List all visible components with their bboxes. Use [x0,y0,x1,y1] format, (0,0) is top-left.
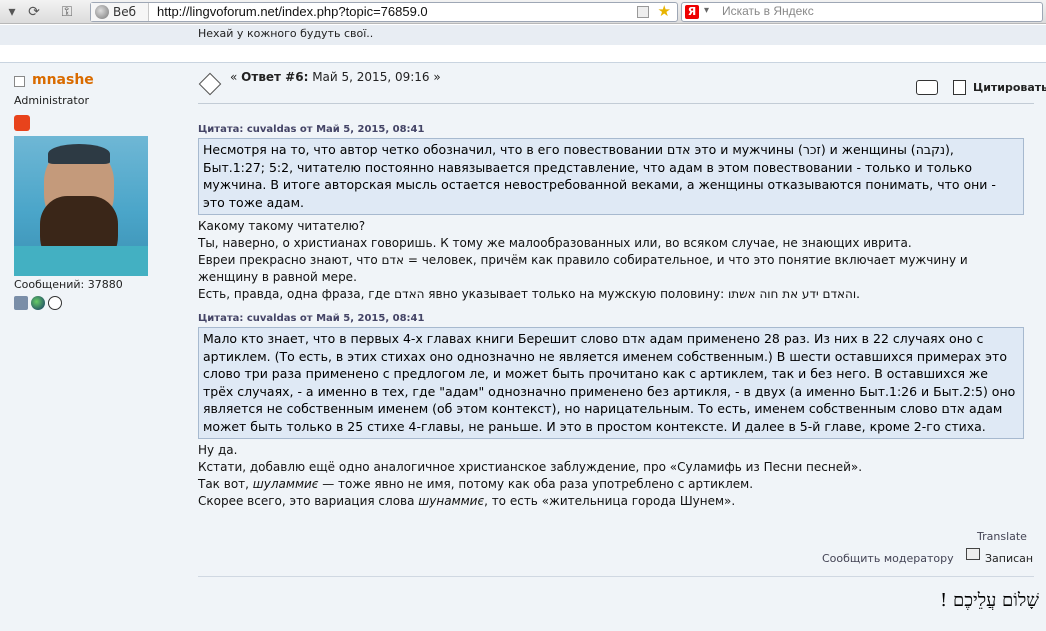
poster-icons [14,296,65,310]
web-chip-label: Веб [113,5,137,19]
key-icon[interactable]: ⚿ [56,3,78,21]
bookmark-star-icon[interactable]: ★ [658,2,671,20]
reply-line: Так вот, шуламмиє — тоже явно не имя, по… [198,476,1034,493]
search-engine-dropdown-icon[interactable]: ▾ [704,5,709,16]
reply-text-fragment: , то есть «жительница города Шунем». [484,494,736,508]
signature: שָׁלוֹם עֲלֵיכֶם ! [940,590,1040,611]
address-bar[interactable]: Веб http://lingvoforum.net/index.php?top… [90,2,678,22]
reply-line: женщину в равной мере. [198,270,357,284]
reply-text-fragment: — тоже явно не имя, потому как оба раза … [318,477,754,491]
header-prefix: « [230,70,242,84]
reply-text: Ну да. Кстати, добавлю ещё одно аналогич… [198,442,1034,510]
translate-link[interactable]: Translate [977,530,1027,543]
reply-line: Какому такому читателю? [198,219,366,233]
reply-line: Есть, правда, одна фраза, где האדם явно … [198,287,860,301]
emphasized-word: шуламмиє [252,477,319,491]
reply-line: Ты, наверно, о христианах говоришь. К то… [198,236,912,250]
poster-name[interactable]: mnashe [32,72,94,88]
website-globe-icon[interactable] [31,296,45,310]
reload-icon[interactable]: ⟳ [26,3,42,21]
search-box[interactable]: Я ▾ Искать в Яндекс [681,2,1043,22]
reply-text-fragment: Так вот, [198,477,253,491]
reply-line: Евреи прекрасно знают, что אדם = человек… [198,253,968,267]
reply-line: Кстати, добавлю ещё одно аналогичное хри… [198,460,863,474]
previous-post-text: Нехай у кожного будуть свої.. [198,27,374,40]
logged-ip-icon [966,548,980,560]
globe-icon [95,5,109,19]
profile-icon[interactable] [14,296,28,310]
posts-count: Сообщений: 37880 [14,278,123,291]
logged-label: Записан [985,552,1034,565]
web-chip[interactable]: Веб [91,3,149,21]
emphasized-word: шунаммиє [418,494,485,508]
quote-button[interactable]: Цитировать [973,81,1046,94]
back-dropdown-icon[interactable]: ▾ [4,3,20,21]
reply-line: Ну да. [198,443,238,457]
url-text[interactable]: http://lingvoforum.net/index.php?topic=7… [157,3,428,21]
quote-block: Несмотря на то, что автор четко обозначи… [198,138,1024,215]
post-header: « Ответ #6: Май 5, 2015, 09:16 » [230,70,441,84]
quick-reply-icon[interactable] [916,80,938,95]
rss-icon[interactable] [637,6,649,18]
reply-line: Скорее всего, это вариация слова шунамми… [198,493,1034,510]
signature-divider [198,576,1034,577]
reply-number-link[interactable]: Ответ #6: [241,70,308,84]
post-body: Цитата: cuvaldas от Май 5, 2015, 08:41 Н… [198,122,1034,518]
quote-icon[interactable] [953,80,966,95]
rank-badge-icon [14,115,30,131]
quote-header-link[interactable]: Цитата: cuvaldas от Май 5, 2015, 08:41 [198,311,1034,327]
quote-header-link[interactable]: Цитата: cuvaldas от Май 5, 2015, 08:41 [198,122,1034,138]
previous-post-strip [0,25,1046,45]
avatar [14,136,148,276]
report-to-moderator-link[interactable]: Сообщить модератору [822,552,954,565]
reply-text-fragment: Скорее всего, это вариация слова [198,494,419,508]
browser-toolbar: ▾ ⟳ ⚿ Веб http://lingvoforum.net/index.p… [0,0,1046,24]
quote-block: Мало кто знает, что в первых 4-х главах … [198,327,1024,439]
search-input[interactable]: Искать в Яндекс [722,4,814,18]
poster-group: Administrator [14,94,89,107]
reply-text: Какому такому читателю? Ты, наверно, о х… [198,218,1034,303]
header-divider [198,103,1034,104]
post-date: Май 5, 2015, 09:16 » [308,70,441,84]
post-separator [0,62,1046,63]
personal-message-icon[interactable] [48,296,62,310]
offline-status-icon [14,76,25,87]
yandex-logo-icon[interactable]: Я [685,5,699,19]
